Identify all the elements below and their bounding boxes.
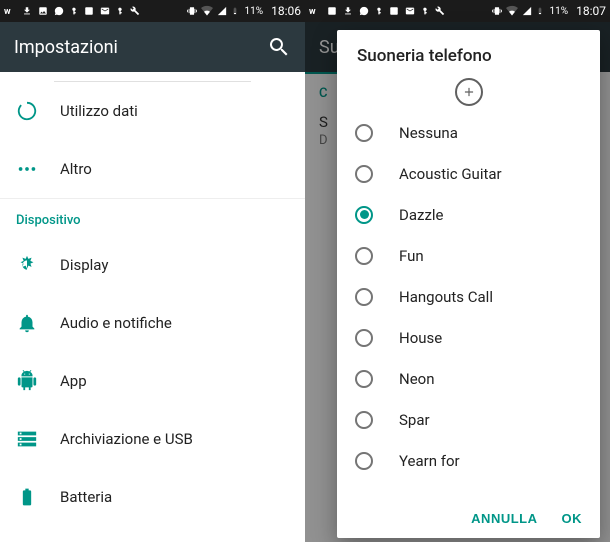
signal-icon: [217, 5, 227, 17]
mail-icon: [100, 6, 110, 16]
ringtone-label: Spar: [399, 411, 430, 429]
download-icon: [343, 6, 353, 16]
signal-icon: [522, 5, 532, 17]
battery-icon: [16, 486, 38, 508]
display-icon: [16, 254, 38, 276]
battery-percent: 11%: [550, 6, 569, 17]
image-icon: [38, 6, 48, 16]
image2-icon: [389, 6, 399, 16]
image-icon: [327, 6, 337, 16]
wrench-icon: [435, 6, 445, 16]
ringtone-label: Fun: [399, 247, 424, 265]
svg-text:w: w: [4, 7, 11, 17]
ringtone-option[interactable]: Acoustic Guitar: [345, 153, 592, 194]
dialog-title: Suoneria telefono: [337, 30, 600, 72]
row-label: Utilizzo dati: [60, 102, 138, 120]
add-ringtone-button[interactable]: [337, 72, 600, 112]
vibrate-icon: [187, 5, 197, 17]
vibrate-icon: [492, 5, 502, 17]
row-storage[interactable]: Archiviazione e USB: [0, 410, 305, 468]
wrench-icon: [130, 6, 140, 16]
bell-icon: [16, 312, 38, 334]
search-button[interactable]: [267, 35, 291, 59]
android-icon: [16, 370, 38, 392]
cancel-button[interactable]: ANNULLA: [471, 511, 537, 526]
row-label: App: [60, 372, 87, 390]
download-icon: [22, 6, 32, 16]
ringtone-dialog: Suoneria telefono Nessuna Acoustic Guitar…: [337, 30, 600, 538]
ringtone-label: Nessuna: [399, 124, 458, 142]
row-label: Archiviazione e USB: [60, 430, 193, 448]
row-battery[interactable]: Batteria: [0, 468, 305, 526]
ringtone-label: Acoustic Guitar: [399, 165, 502, 183]
data-usage-icon: [16, 100, 38, 122]
screen-ringtone: w 11% 18:07 Su: [305, 0, 610, 542]
section-header-device: Dispositivo: [0, 198, 305, 236]
radio-icon: [355, 165, 373, 183]
radio-icon: [355, 247, 373, 265]
storage-icon: [16, 428, 38, 450]
ringtone-label: Dazzle: [399, 206, 444, 224]
plus-icon: [455, 78, 483, 106]
ringtone-option[interactable]: Fun: [345, 235, 592, 276]
key-icon: [70, 6, 78, 16]
ringtone-option[interactable]: Dazzle: [345, 194, 592, 235]
ringtone-option[interactable]: House: [345, 317, 592, 358]
ringtone-option[interactable]: Spar: [345, 399, 592, 440]
ringtone-label: Yearn for: [399, 452, 460, 470]
row-more[interactable]: Altro: [0, 140, 305, 198]
appbar-title: Impostazioni: [14, 37, 267, 58]
image2-icon: [84, 6, 94, 16]
w-icon: w: [4, 5, 16, 17]
more-icon: [16, 158, 38, 180]
row-sound[interactable]: Audio e notifiche: [0, 294, 305, 352]
svg-text:w: w: [309, 7, 316, 17]
ringtone-option[interactable]: Yearn for: [345, 440, 592, 481]
row-data-usage[interactable]: Utilizzo dati: [0, 82, 305, 140]
settings-list: Utilizzo dati Altro Dispositivo Display: [0, 72, 305, 526]
ringtone-label: Neon: [399, 370, 435, 388]
ringtone-option[interactable]: Hangouts Call: [345, 276, 592, 317]
row-apps[interactable]: App: [0, 352, 305, 410]
ringtone-options: Nessuna Acoustic Guitar Dazzle Fun Hangouts …: [337, 112, 600, 501]
key2-icon: [421, 6, 429, 16]
radio-icon: [355, 124, 373, 142]
ringtone-label: Hangouts Call: [399, 288, 493, 306]
screen-settings: w 11% 18:06 Impostazioni: [0, 0, 305, 542]
row-display[interactable]: Display: [0, 236, 305, 294]
radio-icon: [355, 452, 373, 470]
row-label: Batteria: [60, 488, 112, 506]
clock: 18:06: [271, 4, 301, 18]
status-bar: w 11% 18:06: [0, 0, 305, 22]
ringtone-label: House: [399, 329, 442, 347]
radio-icon: [355, 206, 373, 224]
wifi-icon: [506, 5, 518, 17]
search-icon: [267, 35, 291, 59]
w-icon: w: [309, 5, 321, 17]
key2-icon: [116, 6, 124, 16]
chat-icon: [54, 6, 64, 16]
radio-icon: [355, 370, 373, 388]
wifi-icon: [201, 5, 213, 17]
divider: [54, 72, 251, 82]
mail-icon: [405, 6, 415, 16]
row-label: Audio e notifiche: [60, 314, 172, 332]
row-label: Altro: [60, 160, 92, 178]
battery-percent: 11%: [245, 6, 264, 17]
radio-icon: [355, 411, 373, 429]
key-icon: [375, 6, 383, 16]
status-bar: w 11% 18:07: [305, 0, 610, 22]
battery-icon: [536, 5, 544, 17]
radio-icon: [355, 288, 373, 306]
battery-icon: [231, 5, 239, 17]
ringtone-option[interactable]: Nessuna: [345, 112, 592, 153]
ok-button[interactable]: OK: [562, 511, 583, 526]
ringtone-option[interactable]: Neon: [345, 358, 592, 399]
clock: 18:07: [576, 4, 606, 18]
appbar: Impostazioni: [0, 22, 305, 72]
chat-icon: [359, 6, 369, 16]
radio-icon: [355, 329, 373, 347]
row-label: Display: [60, 256, 108, 274]
